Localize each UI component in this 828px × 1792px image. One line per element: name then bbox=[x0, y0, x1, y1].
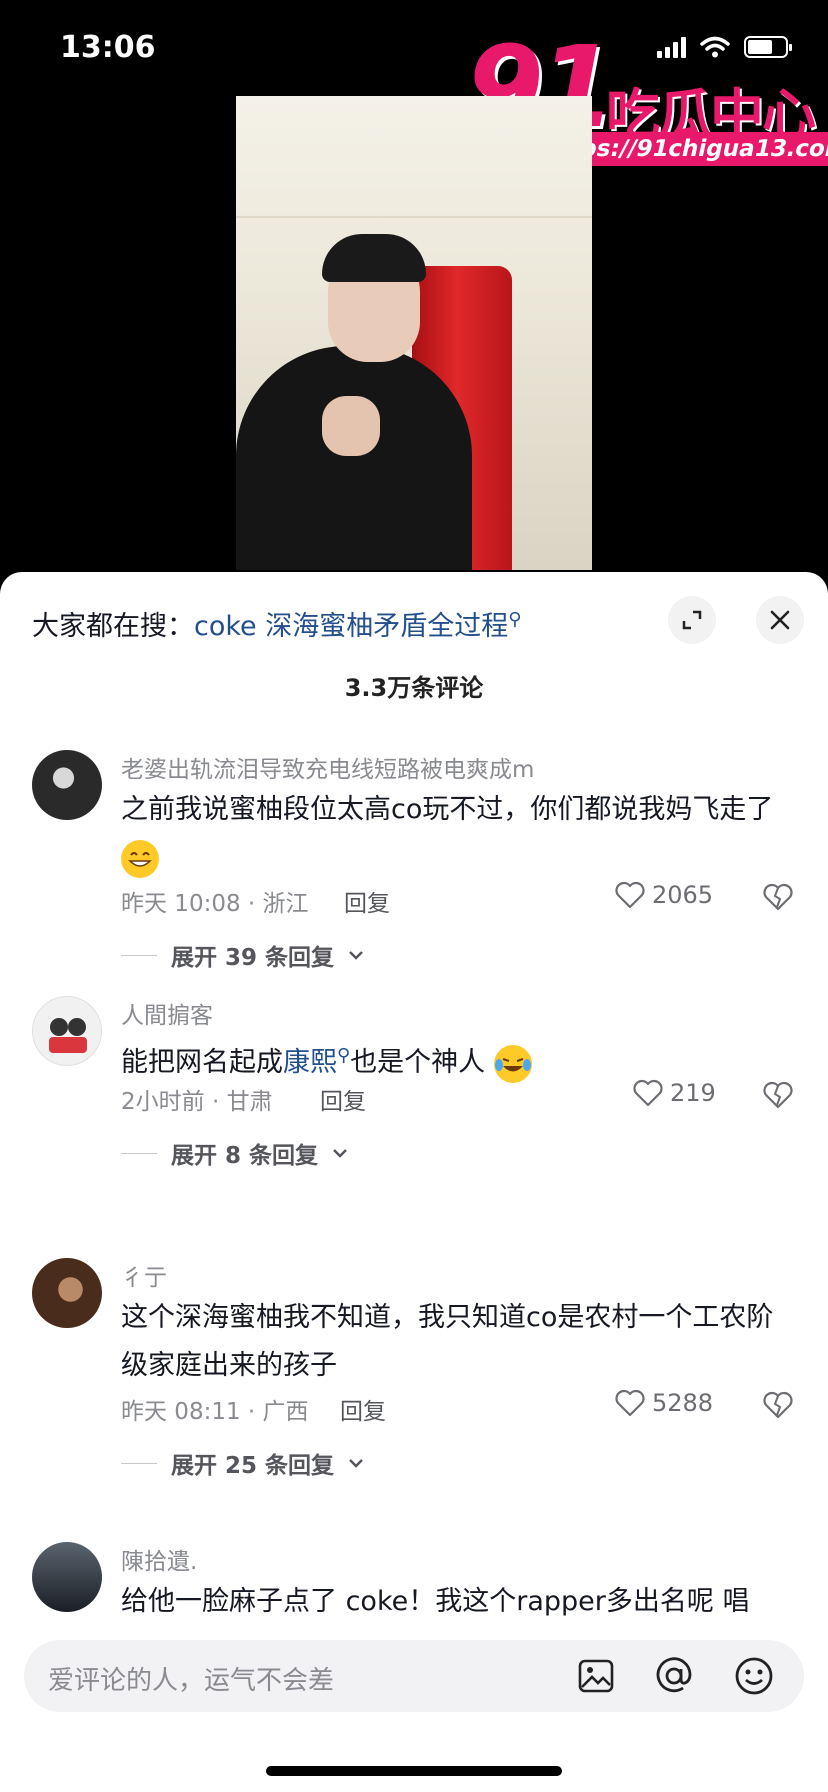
search-prefix: 大家都在搜： bbox=[32, 611, 194, 642]
comment-username[interactable]: 陳拾遺. bbox=[121, 1542, 197, 1576]
avatar[interactable] bbox=[32, 996, 102, 1066]
comment-text[interactable]: 给他一脸麻子点了 coke！我这个rapper多出名呢 唱 bbox=[121, 1578, 791, 1626]
divider bbox=[121, 1152, 157, 1154]
like-count: 2065 bbox=[652, 881, 714, 909]
chevron-down-icon bbox=[349, 1459, 363, 1468]
expand-icon bbox=[682, 610, 702, 630]
avatar[interactable] bbox=[32, 1258, 102, 1328]
comment-meta: 昨天 10:08 · 浙江 bbox=[121, 891, 309, 917]
like-count: 5288 bbox=[652, 1389, 714, 1417]
comment-input[interactable]: 爱评论的人，运气不会差 bbox=[48, 1660, 334, 1697]
expand-replies-label: 展开 39 条回复 bbox=[171, 945, 335, 971]
at-icon bbox=[656, 1657, 692, 1693]
search-icon: ⚲ bbox=[337, 1045, 351, 1066]
search-keyword-link[interactable]: 康熙 bbox=[283, 1047, 337, 1078]
comment-count: 3.3万条评论 bbox=[344, 674, 484, 702]
comment-text-before: 能把网名起成 bbox=[121, 1047, 283, 1078]
like-count: 219 bbox=[670, 1079, 716, 1107]
home-indicator[interactable] bbox=[266, 1766, 562, 1776]
like-button[interactable]: 2065 bbox=[614, 880, 713, 910]
reply-button[interactable]: 回复 bbox=[320, 1082, 366, 1116]
broken-heart-icon bbox=[763, 883, 793, 911]
image-icon bbox=[578, 1659, 614, 1693]
heart-icon bbox=[633, 1079, 663, 1107]
avatar[interactable] bbox=[32, 750, 102, 820]
video-player[interactable] bbox=[236, 96, 592, 570]
heart-icon bbox=[615, 1389, 645, 1417]
emoji-button[interactable] bbox=[734, 1656, 774, 1696]
heart-icon bbox=[615, 881, 645, 909]
grin-emoji-icon bbox=[121, 839, 159, 878]
search-icon: ⚲ bbox=[508, 609, 522, 630]
chevron-down-icon bbox=[349, 951, 363, 960]
expand-button[interactable] bbox=[668, 596, 716, 644]
crying-laughing-emoji-icon bbox=[493, 1044, 532, 1083]
expand-replies-button[interactable]: 展开 25 条回复 bbox=[121, 1446, 364, 1480]
comment-text[interactable]: 之前我说蜜柚段位太高co玩不过，你们都说我妈飞走了 bbox=[121, 786, 791, 882]
like-button[interactable]: 5288 bbox=[614, 1388, 713, 1418]
comment-username[interactable]: 彳亍 bbox=[121, 1258, 167, 1292]
close-button[interactable] bbox=[756, 596, 804, 644]
comment-input-bar[interactable]: 爱评论的人，运气不会差 bbox=[24, 1640, 804, 1712]
comment-text-after: 也是个神人 bbox=[350, 1047, 486, 1078]
comment-username[interactable]: 老婆出轨流泪导致充电线短路被电爽成m bbox=[121, 750, 534, 784]
close-icon bbox=[770, 610, 790, 630]
avatar[interactable] bbox=[32, 1542, 102, 1612]
search-suggestion[interactable]: 大家都在搜：coke 深海蜜柚矛盾全过程⚲ bbox=[32, 604, 521, 643]
divider bbox=[121, 954, 157, 956]
status-time: 13:06 bbox=[60, 30, 156, 65]
image-button[interactable] bbox=[576, 1656, 616, 1696]
person-image bbox=[236, 346, 472, 570]
reply-button[interactable]: 回复 bbox=[340, 1392, 386, 1426]
mention-button[interactable] bbox=[654, 1656, 694, 1696]
expand-replies-label: 展开 8 条回复 bbox=[171, 1143, 319, 1169]
expand-replies-button[interactable]: 展开 8 条回复 bbox=[121, 1136, 348, 1170]
expand-replies-label: 展开 25 条回复 bbox=[171, 1453, 335, 1479]
chevron-down-icon bbox=[333, 1149, 347, 1158]
smiley-icon bbox=[735, 1657, 773, 1695]
dislike-button[interactable] bbox=[762, 1390, 794, 1424]
broken-heart-icon bbox=[763, 1391, 793, 1419]
comment-meta: 2小时前 · 甘肃 bbox=[121, 1089, 273, 1115]
comment-username[interactable]: 人間掮客 bbox=[121, 996, 213, 1030]
comment-meta: 昨天 08:11 · 广西 bbox=[121, 1399, 309, 1425]
comment-text-body: 之前我说蜜柚段位太高co玩不过，你们都说我妈飞走了 bbox=[121, 794, 774, 825]
comment-text[interactable]: 这个深海蜜柚我不知道，我只知道co是农村一个工农阶级家庭出来的孩子 bbox=[121, 1294, 791, 1390]
dislike-button[interactable] bbox=[762, 1080, 794, 1114]
reply-button[interactable]: 回复 bbox=[344, 884, 390, 918]
broken-heart-icon bbox=[763, 1081, 793, 1109]
dislike-button[interactable] bbox=[762, 882, 794, 916]
expand-replies-button[interactable]: 展开 39 条回复 bbox=[121, 938, 364, 972]
divider bbox=[121, 1462, 157, 1464]
comments-sheet: 大家都在搜：coke 深海蜜柚矛盾全过程⚲ 3.3万条评论 老婆出轨流泪导致充电… bbox=[0, 572, 828, 1792]
search-term-link[interactable]: coke 深海蜜柚矛盾全过程 bbox=[194, 611, 508, 642]
like-button[interactable]: 219 bbox=[632, 1078, 716, 1108]
